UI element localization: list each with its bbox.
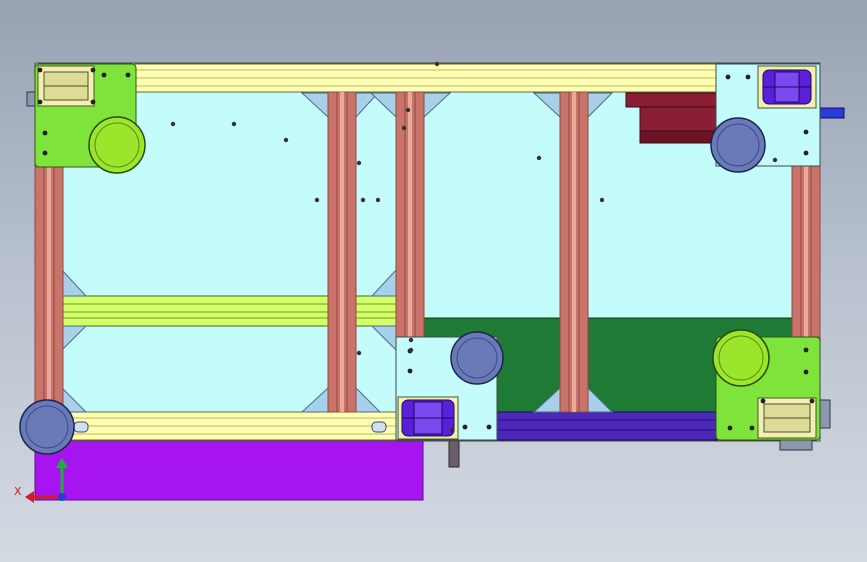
vertical-post[interactable] — [327, 91, 357, 413]
mounting-hole — [356, 160, 362, 166]
mounting-hole — [408, 347, 414, 353]
bottom-rail[interactable] — [59, 411, 397, 441]
top-rail[interactable] — [134, 63, 721, 93]
mounting-hole — [536, 155, 542, 161]
mounting-hole — [283, 137, 289, 143]
right-bottom-stub — [779, 439, 813, 451]
bearing-block-bottom-right — [757, 397, 817, 439]
stand-foot — [448, 440, 460, 468]
mounting-hole — [408, 337, 414, 343]
bearing-block-top-right — [757, 65, 817, 109]
vertical-post[interactable] — [395, 91, 425, 338]
cad-model-view[interactable] — [0, 0, 867, 562]
mounting-hole — [405, 107, 411, 113]
mounting-hole — [314, 197, 320, 203]
mounting-hole — [434, 61, 440, 67]
indigo-rail-bottom[interactable] — [495, 411, 719, 441]
bearing-block-bottom-center — [397, 396, 459, 440]
right-shaft — [819, 107, 845, 119]
drive-wheel-top-left[interactable] — [88, 116, 146, 174]
right-edge-stub — [819, 399, 831, 429]
maroon-block[interactable] — [625, 92, 717, 144]
left-edge-stub — [26, 91, 36, 107]
motor-bracket-top-right[interactable] — [710, 63, 821, 173]
drive-wheel-bottom-left[interactable] — [19, 399, 75, 455]
mounting-hole — [170, 121, 176, 127]
drive-wheel-bottom-center[interactable] — [450, 331, 504, 385]
mounting-hole — [772, 157, 778, 163]
mounting-hole — [360, 197, 366, 203]
vertical-post[interactable] — [791, 165, 821, 338]
mounting-hole — [449, 427, 455, 433]
axis-x-label: X — [14, 485, 22, 498]
motor-bracket-bottom-right[interactable] — [712, 329, 821, 441]
mounting-hole — [375, 197, 381, 203]
mounting-hole — [231, 121, 237, 127]
motor-bracket-top-left[interactable] — [34, 63, 146, 174]
purple-base-plate[interactable] — [34, 440, 424, 501]
drive-wheel-bottom-right[interactable] — [712, 329, 770, 387]
bearing-block-top-left — [37, 65, 95, 107]
mounting-hole — [401, 125, 407, 131]
mounting-hole — [356, 350, 362, 356]
cad-viewport[interactable]: X — [0, 0, 867, 562]
mounting-hole — [599, 197, 605, 203]
drive-wheel-top-right[interactable] — [710, 117, 766, 173]
vertical-post[interactable] — [559, 91, 589, 413]
